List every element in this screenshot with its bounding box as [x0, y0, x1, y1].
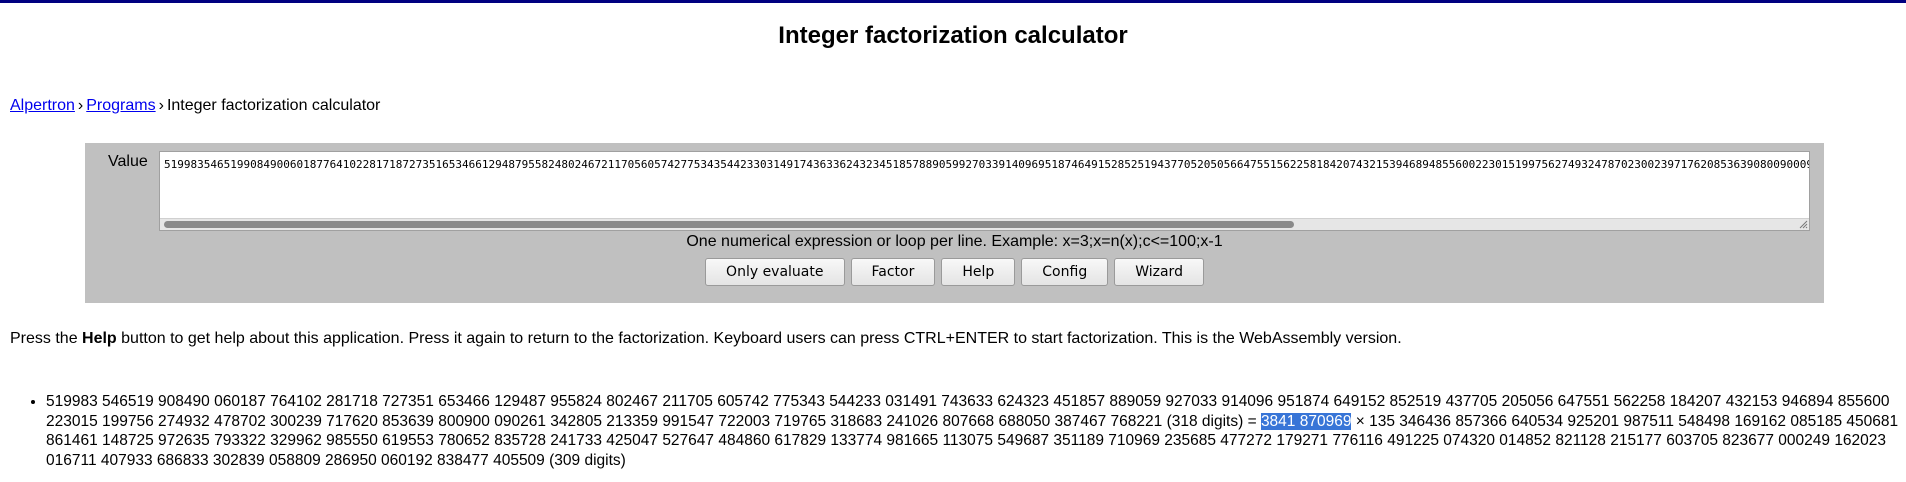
config-button[interactable]: Config [1021, 258, 1109, 286]
input-hint: One numerical expression or loop per lin… [686, 233, 1223, 250]
scrollbar-thumb[interactable] [164, 221, 1294, 228]
value-text: 5199835465199084900601877641022817187273… [164, 158, 1809, 171]
factorization-result: 519983 546519 908490 060187 764102 28171… [46, 392, 1906, 470]
times-sign: × [1351, 412, 1370, 430]
breadcrumb-current: Integer factorization calculator [166, 97, 381, 114]
info-suffix: button to get help about this applicatio… [116, 330, 1402, 347]
result-list: 519983 546519 908490 060187 764102 28171… [0, 392, 1906, 470]
top-border [0, 0, 1906, 3]
value-label: Value [108, 153, 148, 170]
info-prefix: Press the [10, 330, 83, 347]
page-title: Integer factorization calculator [778, 22, 1128, 49]
breadcrumb-link-alpertron[interactable]: Alpertron [10, 97, 75, 114]
horizontal-scrollbar[interactable] [160, 218, 1809, 230]
breadcrumb-separator: › [77, 97, 84, 114]
equals-sign: = [1243, 412, 1261, 430]
breadcrumb-separator: › [158, 97, 164, 114]
breadcrumb: Alpertron › Programs › Integer factorization… [10, 97, 380, 115]
factor-button[interactable]: Factor [850, 258, 936, 286]
resize-grip-icon[interactable] [1798, 219, 1808, 229]
help-info-text: Press the Help button to get help about … [10, 330, 1402, 348]
only-evaluate-button[interactable]: Only evaluate [705, 258, 845, 286]
factor-1: 3841 870969 [1260, 412, 1352, 430]
info-help-word: Help [82, 330, 117, 347]
input-number-digits: (318 digits) [1166, 412, 1244, 430]
button-row: Only evaluate Factor Help Config Wizard [85, 258, 1824, 286]
help-button[interactable]: Help [941, 258, 1016, 286]
breadcrumb-link-programs[interactable]: Programs [86, 97, 155, 114]
input-panel: Value 5199835465199084900601877641022817… [85, 143, 1824, 303]
value-textarea[interactable]: 5199835465199084900601877641022817187273… [159, 151, 1810, 231]
factor-2-digits: (309 digits) [549, 451, 626, 469]
wizard-button[interactable]: Wizard [1114, 258, 1204, 286]
